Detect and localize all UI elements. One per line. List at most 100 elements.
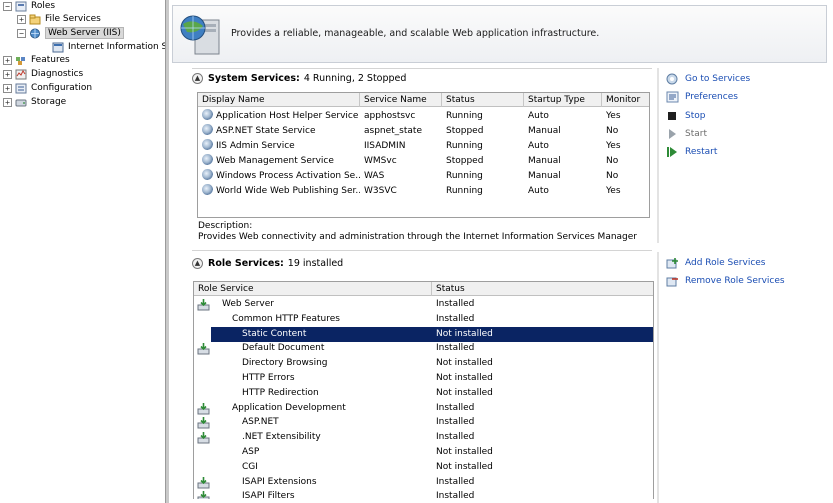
table-row[interactable]: Web Management Service WMSvc Stopped Manual… (198, 154, 649, 169)
role-service-row[interactable]: .NET Extensibility Installed (194, 430, 653, 445)
role-service-name: .NET Extensibility (242, 432, 321, 443)
expand-icon[interactable]: + (3, 83, 12, 93)
role-services-table[interactable]: Role Service Status Web Server Installed C… (193, 281, 654, 499)
service-display-name: Windows Process Activation Se... (202, 169, 360, 184)
table-row[interactable]: ASP.NET State Service aspnet_state Stopped… (198, 124, 649, 139)
col-status[interactable]: Status (432, 282, 653, 296)
role-service-name: ASP.NET (242, 417, 279, 428)
role-service-row[interactable]: Application Development Installed (194, 401, 653, 416)
service-gear-icon (202, 154, 213, 165)
tree-node-file-services[interactable]: + File Services (17, 12, 101, 26)
role-service-row[interactable]: Directory Browsing Not installed (194, 356, 653, 371)
pane-splitter[interactable] (166, 0, 169, 503)
role-service-row[interactable]: ASP.NET Installed (194, 415, 653, 430)
role-service-status: Not installed (436, 387, 493, 398)
role-service-row[interactable]: CGI Not installed (194, 460, 653, 475)
expand-icon[interactable]: + (3, 55, 12, 65)
role-service-row[interactable]: HTTP Errors Not installed (194, 371, 653, 386)
expand-icon[interactable]: + (17, 14, 26, 24)
cell-text: Stopped (446, 156, 484, 166)
role-service-row[interactable]: Default Document Installed (194, 341, 653, 356)
service-name: WMSvc (364, 154, 442, 169)
table-row[interactable]: Application Host Helper Service apphostsv… (198, 109, 649, 124)
services-icon (666, 73, 678, 85)
service-name: W3SVC (364, 184, 442, 199)
role-service-row[interactable]: Static Content Not installed (194, 326, 653, 342)
role-service-name: HTTP Redirection (242, 387, 319, 398)
role-service-status: Installed (436, 491, 475, 499)
tree-node-web-server[interactable]: − Web Server (IIS) (17, 26, 124, 40)
remove-role-services-link[interactable]: Remove Role Services (666, 275, 785, 287)
tree-node-features[interactable]: + Features (3, 53, 70, 67)
role-service-row[interactable]: Common HTTP Features Installed (194, 312, 653, 327)
tree-node-iis-manager[interactable]: Internet Information Se (52, 40, 165, 54)
preferences-icon (666, 91, 679, 103)
cell-text: apphostsvc (364, 111, 416, 121)
role-service-row[interactable]: ISAPI Extensions Installed (194, 475, 653, 490)
cell-text: Auto (528, 186, 549, 196)
role-service-row[interactable]: HTTP Redirection Not installed (194, 386, 653, 401)
col-monitor[interactable]: Monitor (602, 93, 649, 107)
table-row[interactable]: World Wide Web Publishing Ser... W3SVC Run… (198, 184, 649, 199)
start-service-link[interactable]: Start (666, 128, 707, 140)
table-row[interactable]: IIS Admin Service IISADMIN Running Auto Yes (198, 139, 649, 154)
cell-text: Auto (528, 141, 549, 151)
collapse-section-icon[interactable]: ▲ (192, 73, 203, 84)
service-name: aspnet_state (364, 124, 442, 139)
tree-node-storage[interactable]: + Storage (3, 95, 66, 109)
service-monitor: Yes (606, 139, 649, 154)
web-server-icon (30, 28, 40, 38)
collapse-section-icon[interactable]: ▲ (192, 258, 203, 269)
table-row[interactable]: Windows Process Activation Se... WAS Runni… (198, 169, 649, 184)
restart-service-link[interactable]: Restart (666, 146, 717, 158)
role-service-name: Web Server (222, 299, 274, 309)
service-startup-type: Auto (528, 184, 602, 199)
restart-icon (667, 147, 677, 157)
collapse-icon[interactable]: − (3, 1, 12, 11)
expand-icon[interactable]: + (3, 97, 12, 107)
service-monitor: No (606, 154, 649, 169)
cell-text: WMSvc (364, 156, 397, 166)
collapse-icon[interactable]: − (17, 28, 26, 38)
go-to-services-link[interactable]: Go to Services (666, 73, 750, 85)
role-services-title: Role Services: (208, 258, 284, 269)
system-services-status: 4 Running, 2 Stopped (303, 73, 407, 84)
preferences-link[interactable]: Preferences (666, 91, 738, 103)
role-service-status: Not installed (432, 326, 653, 342)
tree-node-configuration[interactable]: + Configuration (3, 81, 92, 95)
role-service-name: Static Content (211, 326, 432, 342)
expand-icon[interactable]: + (3, 69, 12, 79)
col-display-name[interactable]: Display Name (198, 93, 360, 107)
cell-text: Running (446, 186, 483, 196)
installed-icon (197, 491, 210, 499)
diagnostics-icon (15, 69, 27, 79)
actions-divider (657, 252, 659, 503)
role-service-row[interactable]: ASP Not installed (194, 445, 653, 460)
col-startup-type[interactable]: Startup Type (524, 93, 602, 107)
role-service-status: Installed (436, 402, 475, 413)
role-service-name: ASP (242, 447, 260, 457)
role-service-name: ISAPI Extensions (242, 476, 317, 487)
service-monitor: No (606, 124, 649, 139)
role-service-status: Not installed (436, 358, 493, 369)
role-service-name: Common HTTP Features (232, 313, 340, 324)
service-status: Running (446, 184, 524, 199)
system-services-table[interactable]: Display Name Service Name Status Startup… (197, 92, 650, 218)
add-role-services-link[interactable]: Add Role Services (666, 257, 766, 269)
tree-node-diagnostics[interactable]: + Diagnostics (3, 67, 83, 81)
role-service-name: Application Development (232, 402, 346, 413)
service-gear-icon (202, 109, 213, 120)
col-status[interactable]: Status (442, 93, 524, 107)
stop-service-link[interactable]: Stop (666, 110, 705, 122)
service-display-name: ASP.NET State Service (202, 124, 360, 139)
role-service-row[interactable]: ISAPI Filters Installed (194, 489, 653, 499)
col-role-service[interactable]: Role Service (194, 282, 432, 296)
role-service-row[interactable]: Web Server Installed (194, 297, 653, 312)
cell-text: IISADMIN (364, 141, 406, 151)
role-services-header[interactable]: ▲ Role Services: 19 installed (192, 258, 343, 269)
role-service-name: Default Document (242, 343, 325, 354)
service-monitor: No (606, 169, 649, 184)
cell-text: World Wide Web Publishing Ser... (216, 186, 360, 196)
system-services-header[interactable]: ▲ System Services: 4 Running, 2 Stopped (192, 73, 406, 84)
col-service-name[interactable]: Service Name (360, 93, 442, 107)
